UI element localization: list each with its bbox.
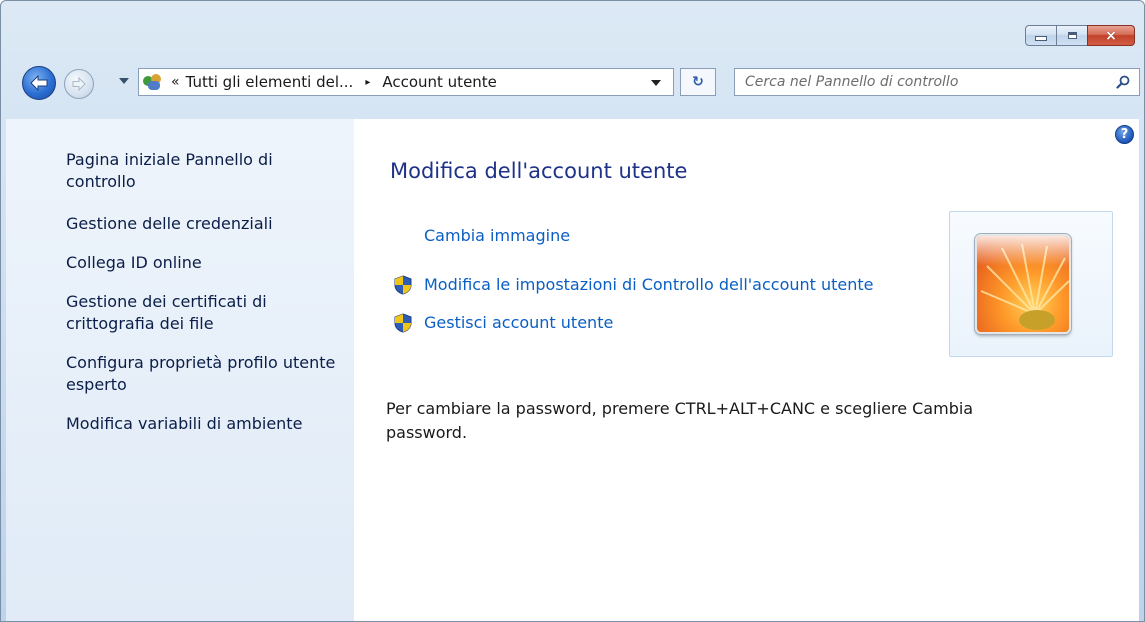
users-icon: [143, 73, 163, 91]
sidebar-item-credential-manager[interactable]: Gestione delle credenziali: [66, 213, 336, 235]
sidebar-item-advanced-user-profile[interactable]: Configura proprietà profilo utente esper…: [66, 352, 336, 396]
breadcrumb-separator-icon[interactable]: ▸: [365, 77, 370, 88]
manage-accounts-link[interactable]: Gestisci account utente: [424, 313, 613, 332]
help-icon[interactable]: ?: [1115, 125, 1134, 144]
account-picture-frame: [949, 211, 1113, 357]
search-input[interactable]: [743, 73, 1097, 91]
sidebar-item-file-encryption-certificates[interactable]: Gestione dei certificati di crittografia…: [66, 291, 336, 335]
refresh-button[interactable]: ↻: [680, 68, 716, 96]
control-panel-window: × « Tutti gli elementi del... ▸ Account …: [0, 0, 1145, 622]
change-picture-link[interactable]: Cambia immagine: [424, 226, 570, 245]
maximize-icon: [1067, 32, 1077, 39]
forward-button[interactable]: [64, 69, 94, 99]
address-bar[interactable]: « Tutti gli elementi del... ▸ Account ut…: [138, 68, 674, 96]
sidebar-item-environment-variables[interactable]: Modifica variabili di ambiente: [66, 413, 336, 435]
main-pane: ? Modifica dell'account utente Cambia im…: [354, 119, 1139, 621]
back-button[interactable]: [22, 66, 56, 100]
address-dropdown-icon[interactable]: [651, 80, 661, 86]
task-pane: Pagina iniziale Pannello di controllo Ge…: [6, 119, 354, 621]
close-icon: ×: [1105, 27, 1117, 44]
uac-shield-icon: [394, 275, 412, 295]
close-button[interactable]: ×: [1087, 25, 1135, 46]
breadcrumb-overflow[interactable]: «: [171, 74, 180, 90]
flower-avatar: [977, 236, 1069, 332]
content-area: Pagina iniziale Pannello di controllo Ge…: [6, 119, 1139, 621]
uac-shield-icon: [394, 313, 412, 333]
navigation-bar: « Tutti gli elementi del... ▸ Account ut…: [1, 63, 1144, 103]
search-box: [734, 68, 1140, 96]
maximize-button[interactable]: [1056, 25, 1088, 46]
breadcrumb-user-accounts[interactable]: Account utente: [382, 73, 497, 91]
minimize-icon: [1035, 36, 1047, 41]
search-icon[interactable]: [1116, 75, 1130, 89]
account-picture[interactable]: [975, 234, 1071, 334]
sidebar-item-control-panel-home[interactable]: Pagina iniziale Pannello di controllo: [66, 149, 336, 193]
uac-settings-link[interactable]: Modifica le impostazioni di Controllo de…: [424, 275, 874, 294]
minimize-button[interactable]: [1025, 25, 1057, 46]
recent-pages-dropdown[interactable]: [119, 78, 129, 84]
arrow-back-icon: [30, 75, 48, 91]
caption-buttons: ×: [1025, 25, 1135, 46]
breadcrumb-all-items[interactable]: Tutti gli elementi del...: [186, 73, 354, 91]
refresh-icon: ↻: [692, 74, 704, 90]
page-title: Modifica dell'account utente: [390, 159, 688, 183]
password-info-text: Per cambiare la password, premere CTRL+A…: [386, 399, 974, 442]
sidebar-item-link-online-id[interactable]: Collega ID online: [66, 252, 336, 274]
arrow-forward-icon: [72, 77, 86, 91]
